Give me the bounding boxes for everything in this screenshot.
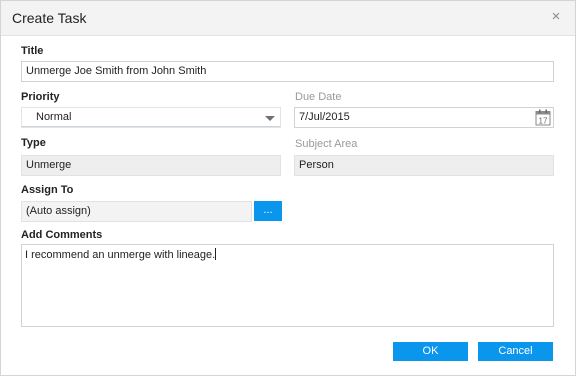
text-caret (215, 248, 217, 260)
assign-to-browse-button[interactable]: ... (254, 201, 282, 221)
title-input[interactable]: Unmerge Joe Smith from John Smith (21, 61, 554, 82)
comments-text: I recommend an unmerge with lineage. (25, 249, 216, 261)
calendar-icon-day: 17 (539, 117, 548, 126)
cancel-button[interactable]: Cancel (478, 342, 553, 361)
subject-area-field: Person (294, 155, 554, 176)
close-icon[interactable]: × (549, 9, 563, 25)
assign-to-label: Assign To (21, 184, 74, 196)
comments-textarea[interactable]: I recommend an unmerge with lineage. (21, 244, 554, 327)
due-date-input[interactable]: 7/Jul/2015 17 (294, 107, 554, 128)
ok-button[interactable]: OK (393, 342, 468, 361)
chevron-down-icon (265, 116, 275, 121)
priority-selected-value: Normal (36, 111, 72, 123)
priority-label: Priority (21, 91, 60, 103)
due-date-value: 7/Jul/2015 (299, 111, 350, 123)
select-underline (22, 126, 280, 127)
add-comments-label: Add Comments (21, 229, 103, 241)
type-label: Type (21, 137, 46, 149)
assign-to-input[interactable]: (Auto assign) (21, 201, 252, 222)
calendar-icon[interactable]: 17 (535, 109, 551, 126)
dialog-titlebar: Create Task × (1, 1, 575, 36)
dialog-title: Create Task (12, 10, 87, 26)
title-label: Title (21, 45, 44, 57)
subject-area-label: Subject Area (295, 138, 358, 150)
create-task-dialog: Create Task × Title Unmerge Joe Smith fr… (0, 0, 576, 376)
due-date-label: Due Date (295, 91, 342, 103)
priority-select[interactable]: Normal (21, 107, 281, 128)
type-field: Unmerge (21, 155, 281, 176)
